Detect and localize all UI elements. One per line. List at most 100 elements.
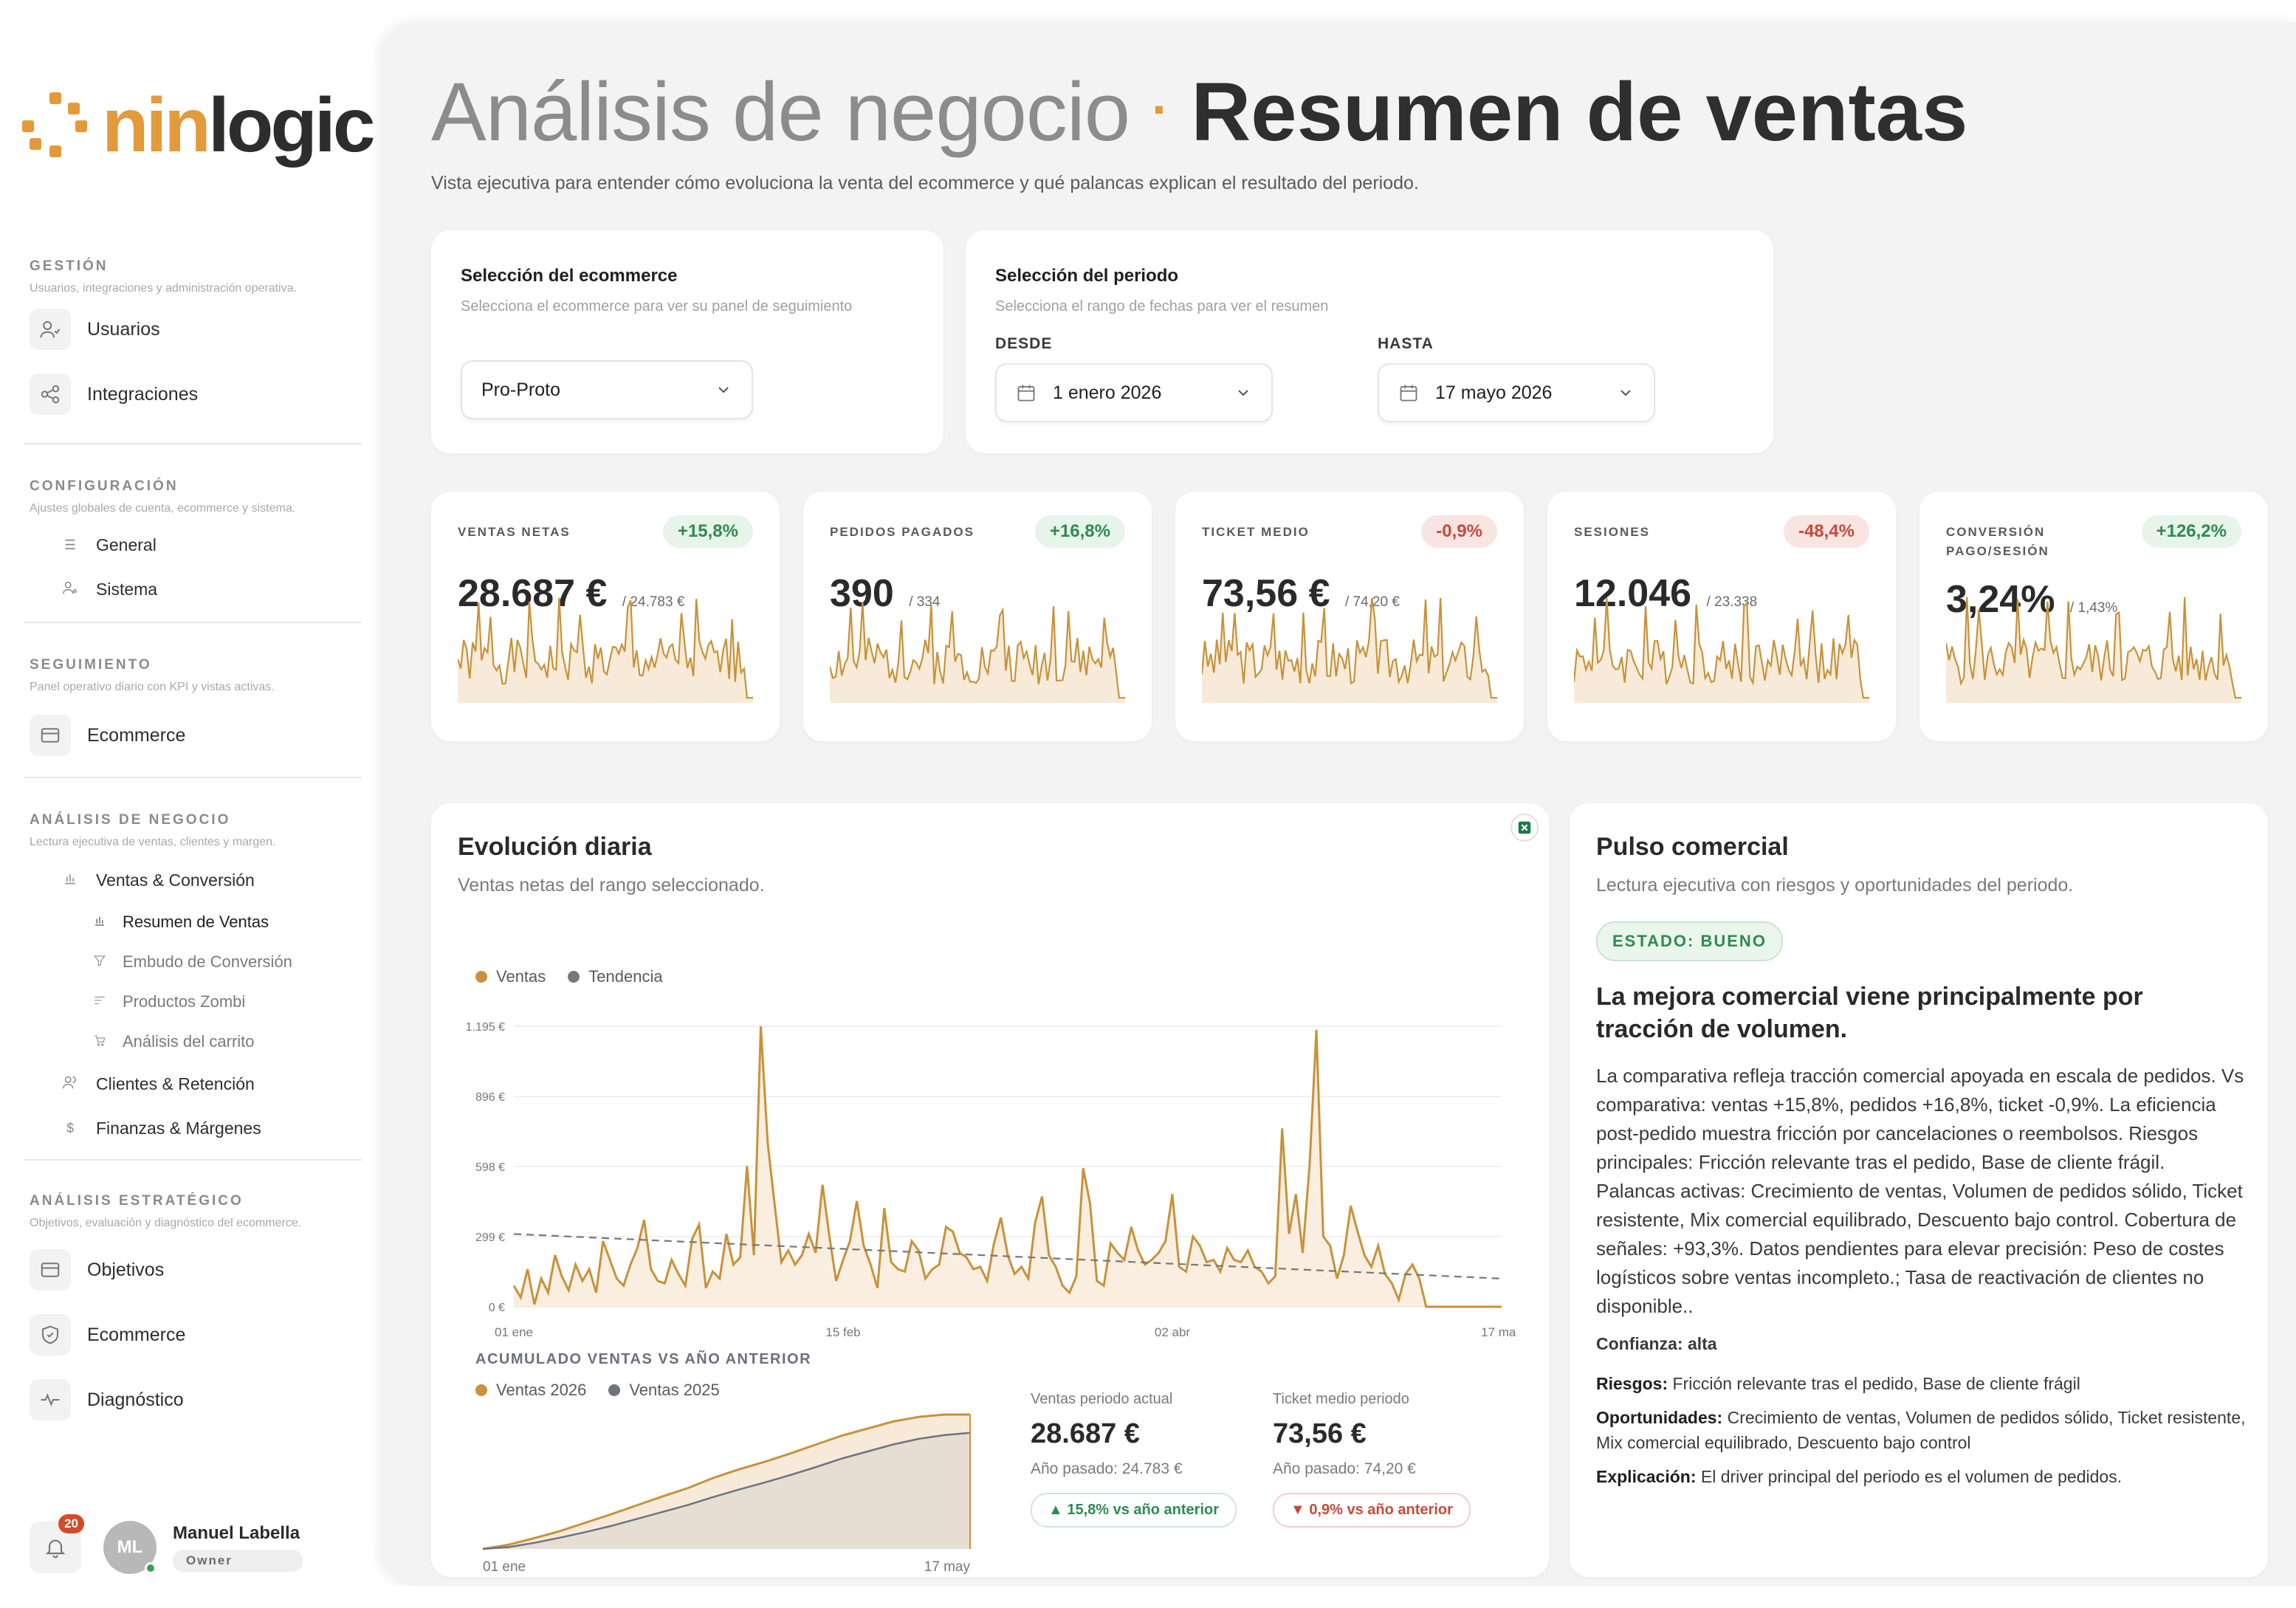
sidebar-item-general[interactable]: ☰ General bbox=[30, 523, 362, 567]
notifications-button[interactable]: 20 bbox=[30, 1514, 84, 1573]
kpi-label: CONVERSIÓN PAGO/SESIÓN bbox=[1946, 525, 2049, 558]
kpi-change-badge: -48,4% bbox=[1783, 515, 1869, 548]
card-title: Pulso comercial bbox=[1596, 833, 1789, 861]
funnel-icon bbox=[92, 954, 108, 971]
stat-ventas-periodo: Ventas periodo actual 28.687 € Año pasad… bbox=[1031, 1391, 1237, 1528]
kpi-label: PEDIDOS PAGADOS bbox=[830, 525, 975, 539]
page-title: Análisis de negocio · Resumen de ventas bbox=[431, 66, 1968, 158]
sidebar-item-diagnostico[interactable]: Diagnóstico bbox=[30, 1373, 362, 1426]
change-pill-up: ▲ 15,8% vs año anterior bbox=[1031, 1493, 1237, 1528]
sidebar-item-finanzas-margenes[interactable]: $ Finanzas & Márgenes bbox=[30, 1106, 362, 1150]
sidebar-divider bbox=[24, 777, 362, 778]
user-name: Manuel Labella bbox=[173, 1523, 300, 1543]
cumulative-legend: Ventas 2026 Ventas 2025 bbox=[475, 1381, 742, 1400]
kpi-card-ticket-medio[interactable]: TICKET MEDIO -0,9% 73,56 € / 74,20 € bbox=[1175, 492, 1524, 741]
calendar-icon bbox=[1400, 385, 1417, 402]
legend-item-ventas[interactable]: Ventas bbox=[475, 967, 546, 986]
user-gear-icon bbox=[61, 580, 80, 599]
main-content: Análisis de negocio · Resumen de ventas Vi… bbox=[384, 22, 2296, 1586]
calendar-icon bbox=[1017, 385, 1035, 402]
user-bar: 20 ML Manuel Labella Owner bbox=[30, 1514, 303, 1574]
kpi-card-pedidos-pagados[interactable]: PEDIDOS PAGADOS +16,8% 390 / 334 bbox=[803, 492, 1152, 741]
kpi-card-conversion[interactable]: CONVERSIÓN PAGO/SESIÓN +126,2% 3,24% / 1… bbox=[1919, 492, 2268, 741]
sidebar-divider bbox=[24, 443, 362, 444]
sidebar-item-analisis-carrito[interactable]: Análisis del carrito bbox=[30, 1022, 362, 1062]
section-desc: Ajustes globales de cuenta, ecommerce y … bbox=[30, 502, 296, 515]
kpi-change-badge: -0,9% bbox=[1421, 515, 1497, 548]
date-to-picker[interactable]: 17 mayo 2026 bbox=[1378, 363, 1655, 422]
excel-export-button[interactable] bbox=[1510, 814, 1539, 842]
pulse-confidence: Confianza: alta bbox=[1596, 1334, 1717, 1353]
card-desc: Selecciona el rango de fechas para ver e… bbox=[995, 298, 1329, 315]
arrow-down-icon: ▼ bbox=[1290, 1502, 1305, 1518]
pulse-risks: Riesgos: Fricción relevante tras el pedi… bbox=[1596, 1374, 2080, 1393]
sidebar-item-ecommerce-seguimiento[interactable]: Ecommerce bbox=[30, 709, 362, 762]
y-tick-label: 299 € bbox=[475, 1231, 505, 1244]
legend-item-tendencia[interactable]: Tendencia bbox=[568, 967, 663, 986]
nav-section-configuracion: CONFIGURACIÓN Ajustes globales de cuenta… bbox=[30, 478, 362, 611]
menu-lines-icon: ☰ bbox=[63, 537, 77, 552]
bar-chart-icon bbox=[61, 871, 80, 890]
y-tick-label: 598 € bbox=[475, 1161, 505, 1174]
card-subtitle: Ventas netas del rango seleccionado. bbox=[458, 875, 765, 896]
sidebar-item-clientes-retencion[interactable]: Clientes & Retención bbox=[30, 1062, 362, 1106]
nav-section-analisis-estrategico: ANÁLISIS ESTRATÉGICO Objetivos, evaluaci… bbox=[30, 1193, 362, 1426]
stat-ticket-medio: Ticket medio periodo 73,56 € Año pasado:… bbox=[1273, 1391, 1471, 1528]
x-tick-label: 15 feb bbox=[825, 1325, 860, 1339]
page-subtitle: Vista ejecutiva para entender cómo evolu… bbox=[431, 173, 1419, 193]
pulse-body: La comparativa refleja tracción comercia… bbox=[1596, 1065, 2244, 1317]
sidebar-item-embudo-conversion[interactable]: Embudo de Conversión bbox=[30, 942, 362, 982]
nav-section-gestion: GESTIÓN Usuarios, integraciones y admini… bbox=[30, 258, 362, 421]
cumulative-sales-chart[interactable]: 01 ene 17 may bbox=[475, 1407, 977, 1577]
legend-item-ventas-2026[interactable]: Ventas 2026 bbox=[475, 1381, 586, 1400]
pulse-explanation: Explicación: El driver principal del per… bbox=[1596, 1467, 2123, 1486]
x-tick-label: 02 abr bbox=[1155, 1325, 1191, 1339]
sidebar: ninlogic GESTIÓN Usuarios, integraciones… bbox=[0, 0, 384, 1608]
kpi-label: VENTAS NETAS bbox=[458, 525, 571, 539]
sidebar-item-usuarios[interactable]: Usuarios bbox=[30, 303, 362, 356]
bottom-strip bbox=[0, 1586, 2296, 1608]
x-tick-label: 01 ene bbox=[495, 1325, 533, 1339]
section-title: CONFIGURACIÓN bbox=[30, 478, 179, 494]
sidebar-divider bbox=[24, 1159, 362, 1161]
sidebar-item-productos-zombi[interactable]: Productos Zombi bbox=[30, 982, 362, 1022]
chevron-down-icon bbox=[1620, 390, 1631, 396]
commercial-pulse-card: Pulso comercial Lectura ejecutiva con ri… bbox=[1570, 803, 2268, 1577]
pulse-opportunities: Oportunidades: Crecimiento de ventas, Vo… bbox=[1596, 1408, 2246, 1452]
sparkline-area bbox=[458, 597, 753, 703]
sidebar-item-resumen-ventas[interactable]: Resumen de Ventas bbox=[30, 902, 362, 942]
from-label: DESDE bbox=[995, 335, 1053, 352]
sidebar-item-ventas-conversion[interactable]: Ventas & Conversión bbox=[30, 858, 362, 902]
sidebar-item-ecommerce-estrategico[interactable]: Ecommerce bbox=[30, 1308, 362, 1361]
card-title: Evolución diaria bbox=[458, 833, 652, 861]
kpi-sparkline bbox=[458, 597, 753, 703]
kpi-card-sesiones[interactable]: SESIONES -48,4% 12.046 / 23.338 bbox=[1547, 492, 1896, 741]
sidebar-item-integraciones[interactable]: Integraciones bbox=[30, 368, 362, 421]
daily-sales-chart[interactable]: 1.195 € 896 € 598 € 299 € 0 € 01 ene 15 feb 02 … bbox=[446, 1010, 1516, 1350]
user-info[interactable]: Manuel Labella Owner bbox=[173, 1523, 303, 1572]
legend-item-ventas-2025[interactable]: Ventas 2025 bbox=[608, 1381, 720, 1400]
ecommerce-select[interactable]: Pro-Proto bbox=[461, 360, 753, 419]
avatar[interactable]: ML bbox=[103, 1521, 157, 1574]
pulse-headline: La mejora comercial viene principalmente… bbox=[1596, 983, 2143, 1043]
x-tick-label: 17 may bbox=[924, 1559, 971, 1575]
section-title: ANÁLISIS DE NEGOCIO bbox=[30, 812, 231, 828]
card-title: Selección del ecommerce bbox=[461, 266, 678, 286]
sidebar-item-objetivos[interactable]: Objetivos bbox=[30, 1243, 362, 1296]
list-filter-icon bbox=[92, 994, 108, 1011]
sidebar-divider bbox=[24, 622, 362, 623]
date-from-picker[interactable]: 1 enero 2026 bbox=[995, 363, 1273, 422]
sidebar-item-sistema[interactable]: Sistema bbox=[30, 567, 362, 611]
status-badge: ESTADO: BUENO bbox=[1596, 921, 1783, 961]
section-title: GESTIÓN bbox=[30, 258, 109, 274]
card-desc: Selecciona el ecommerce para ver su pane… bbox=[461, 298, 853, 315]
excel-icon bbox=[1518, 821, 1531, 834]
x-tick-label: 17 may bbox=[1481, 1325, 1516, 1339]
kpi-sparkline bbox=[1574, 598, 1869, 703]
brand-logo[interactable]: ninlogic bbox=[22, 87, 376, 164]
y-tick-label: 0 € bbox=[489, 1302, 505, 1314]
users-icon bbox=[61, 1074, 80, 1094]
kpi-card-ventas-netas[interactable]: VENTAS NETAS +15,8% 28.687 € / 24.783 € bbox=[431, 492, 780, 741]
pulse-icon bbox=[30, 1379, 71, 1420]
kpi-change-badge: +126,2% bbox=[2141, 515, 2241, 548]
